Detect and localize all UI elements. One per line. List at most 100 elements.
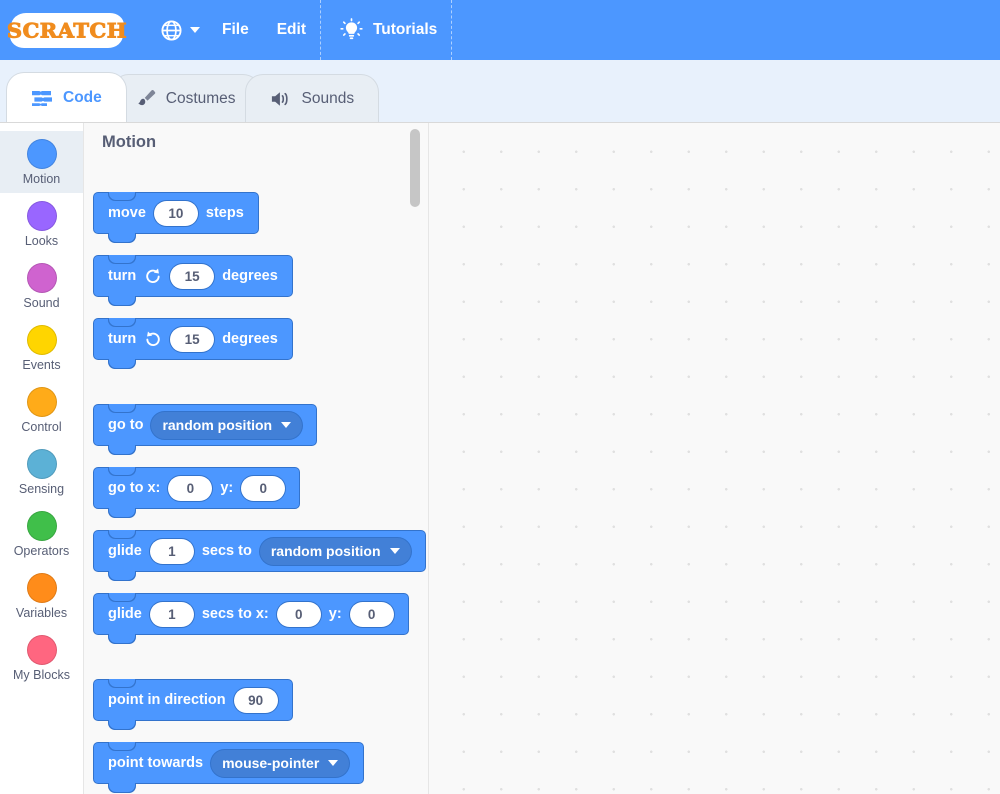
category-color-dot bbox=[27, 511, 57, 541]
tab-bar: Code Costumes Sounds bbox=[0, 60, 1000, 123]
block-category-list: MotionLooks Sound Events Control Sensing Oper… bbox=[0, 123, 84, 794]
tab-code-label: Code bbox=[63, 90, 102, 106]
block-label: point towards bbox=[108, 756, 203, 771]
block-number-input[interactable]: 15 bbox=[170, 327, 214, 352]
palette-block-motion-point-in-direction[interactable]: point in direction 90 bbox=[94, 680, 292, 720]
category-label: Sound bbox=[23, 297, 59, 310]
tab-sounds[interactable]: Sounds bbox=[245, 74, 380, 122]
tab-costumes[interactable]: Costumes bbox=[111, 74, 261, 122]
category-label: My Blocks bbox=[13, 669, 70, 682]
block-label: degrees bbox=[222, 332, 278, 347]
block-number-input[interactable]: 10 bbox=[154, 201, 198, 226]
tutorials-button[interactable]: Tutorials bbox=[321, 0, 451, 60]
menu-bar: SCRATCH File Edit bbox=[0, 0, 1000, 60]
block-label: secs to x: bbox=[202, 607, 269, 622]
category-color-dot bbox=[27, 449, 57, 479]
editor-body: MotionLooksSoundEventsControlSensingOper… bbox=[0, 123, 1000, 794]
category-item-motion[interactable]: Motion bbox=[0, 131, 83, 193]
category-item-variables[interactable]: Variables bbox=[0, 565, 83, 627]
lightbulb-icon bbox=[339, 18, 364, 43]
category-item-sound[interactable]: Sound bbox=[0, 255, 83, 317]
block-label: turn bbox=[108, 332, 136, 347]
turn-clockwise-icon bbox=[144, 267, 162, 285]
scratch-logo-text: SCRATCH bbox=[7, 20, 127, 40]
category-label: Operators bbox=[14, 545, 70, 558]
globe-icon bbox=[160, 19, 183, 42]
block-label: turn bbox=[108, 269, 136, 284]
block-dropdown-value: mouse-pointer bbox=[222, 755, 319, 771]
palette-block-motion-turn-right-degrees[interactable]: turn 15 degrees bbox=[94, 256, 292, 296]
menu-edit[interactable]: Edit bbox=[263, 0, 320, 60]
scratch-logo[interactable]: SCRATCH bbox=[14, 14, 120, 47]
code-blocks-icon bbox=[31, 89, 53, 107]
category-label: Variables bbox=[16, 607, 67, 620]
turn-counterclockwise-icon bbox=[144, 330, 162, 348]
block-label: glide bbox=[108, 544, 142, 559]
block-number-input[interactable]: 1 bbox=[150, 539, 194, 564]
block-number-input[interactable]: 15 bbox=[170, 264, 214, 289]
block-palette[interactable]: Motion move10stepsturn15degreesturn15deg… bbox=[84, 123, 429, 794]
block-number-input[interactable]: 0 bbox=[350, 602, 394, 627]
category-item-looks[interactable]: Looks bbox=[0, 193, 83, 255]
category-item-operators[interactable]: Operators bbox=[0, 503, 83, 565]
block-label: go to x: bbox=[108, 481, 160, 496]
block-label: glide bbox=[108, 607, 142, 622]
category-item-my-blocks[interactable]: My Blocks bbox=[0, 627, 83, 689]
code-workspace[interactable] bbox=[429, 123, 1000, 794]
palette-block-motion-turn-left-degrees[interactable]: turn 15 degrees bbox=[94, 319, 292, 359]
block-dropdown[interactable]: mouse-pointer bbox=[211, 750, 349, 777]
category-color-dot bbox=[27, 201, 57, 231]
tab-sounds-label: Sounds bbox=[302, 91, 355, 107]
palette-block-motion-point-towards[interactable]: point towards mouse-pointer bbox=[94, 743, 363, 783]
block-dropdown[interactable]: random position bbox=[151, 412, 302, 439]
block-label: move bbox=[108, 206, 146, 221]
block-dropdown-value: random position bbox=[271, 543, 381, 559]
category-label: Sensing bbox=[19, 483, 64, 496]
category-color-dot bbox=[27, 573, 57, 603]
chevron-down-icon bbox=[281, 422, 291, 428]
category-color-dot bbox=[27, 325, 57, 355]
block-number-input[interactable]: 0 bbox=[168, 476, 212, 501]
menu-divider-right bbox=[451, 0, 452, 60]
palette-block-motion-glide-secs-to-xy[interactable]: glide 1 secs to x: 0 y: 0 bbox=[94, 594, 408, 634]
category-label: Control bbox=[21, 421, 61, 434]
block-label: y: bbox=[329, 607, 342, 622]
menu-file-label: File bbox=[222, 21, 249, 39]
block-number-input[interactable]: 90 bbox=[234, 688, 278, 713]
chevron-down-icon bbox=[328, 760, 338, 766]
chevron-down-icon bbox=[190, 27, 200, 33]
palette-title: Motion bbox=[102, 133, 156, 152]
palette-scrollbar[interactable] bbox=[410, 129, 420, 769]
menu-edit-label: Edit bbox=[277, 21, 306, 39]
palette-block-motion-move-steps[interactable]: move 10 steps bbox=[94, 193, 258, 233]
palette-scrollbar-thumb[interactable] bbox=[410, 129, 420, 207]
block-label: point in direction bbox=[108, 693, 226, 708]
category-item-sensing[interactable]: Sensing bbox=[0, 441, 83, 503]
block-label: degrees bbox=[222, 269, 278, 284]
block-number-input[interactable]: 0 bbox=[277, 602, 321, 627]
tutorials-label: Tutorials bbox=[373, 21, 437, 39]
palette-block-motion-glide-secs-to[interactable]: glide1secs torandom position bbox=[94, 531, 425, 571]
block-number-input[interactable]: 1 bbox=[150, 602, 194, 627]
category-color-dot bbox=[27, 263, 57, 293]
scratch-editor: SCRATCH File Edit bbox=[0, 0, 1000, 794]
menu-file[interactable]: File bbox=[208, 0, 263, 60]
tab-code[interactable]: Code bbox=[6, 72, 127, 122]
palette-scroll-area[interactable]: move10stepsturn15degreesturn15degreesgo … bbox=[84, 157, 428, 794]
category-color-dot bbox=[27, 387, 57, 417]
palette-block-motion-go-to-xy[interactable]: go to x:0y:0 bbox=[94, 468, 299, 508]
paintbrush-icon bbox=[136, 89, 156, 109]
turn-counterclockwise-icon bbox=[144, 330, 162, 348]
category-color-dot bbox=[27, 139, 57, 169]
tab-costumes-label: Costumes bbox=[166, 91, 236, 107]
category-item-events[interactable]: Events bbox=[0, 317, 83, 379]
palette-block-motion-go-to[interactable]: go torandom position bbox=[94, 405, 316, 445]
speaker-icon bbox=[270, 89, 292, 109]
block-dropdown[interactable]: random position bbox=[260, 538, 411, 565]
language-selector[interactable] bbox=[146, 0, 208, 60]
turn-clockwise-icon bbox=[144, 267, 162, 285]
chevron-down-icon bbox=[390, 548, 400, 554]
category-item-control[interactable]: Control bbox=[0, 379, 83, 441]
block-number-input[interactable]: 0 bbox=[241, 476, 285, 501]
block-label: steps bbox=[206, 206, 244, 221]
